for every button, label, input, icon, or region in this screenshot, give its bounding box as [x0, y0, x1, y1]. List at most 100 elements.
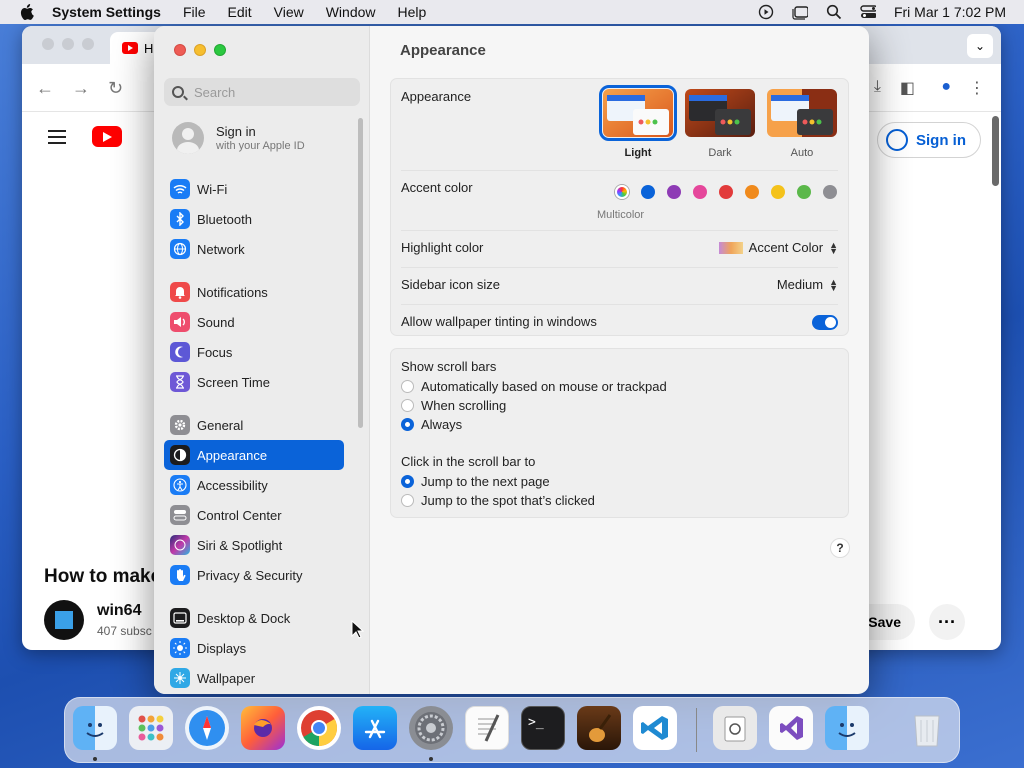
channel-avatar[interactable]	[44, 600, 84, 640]
browser-menu-icon[interactable]: ⋮	[969, 78, 985, 98]
sidebar-item-appearance[interactable]: Appearance	[164, 440, 344, 470]
accent-red-swatch[interactable]	[719, 185, 733, 199]
zoom-button[interactable]	[214, 44, 226, 56]
spotlight-search-icon[interactable]	[826, 4, 842, 20]
sidebar-item-displays[interactable]: Displays	[164, 633, 344, 663]
textedit-icon[interactable]	[465, 706, 509, 750]
chrome-icon[interactable]	[297, 706, 341, 750]
sidebar-item-sound[interactable]: Sound	[164, 307, 344, 337]
scroll-bars-automatic-radio[interactable]	[401, 380, 414, 393]
click-spot-radio[interactable]	[401, 494, 414, 507]
visual-studio-icon[interactable]	[769, 706, 813, 750]
apple-menu-icon[interactable]	[18, 3, 36, 21]
reload-icon[interactable]: ↻	[108, 78, 123, 99]
accent-pink-swatch[interactable]	[693, 185, 707, 199]
back-arrow-icon[interactable]: ←	[36, 78, 54, 99]
menu-view[interactable]: View	[274, 4, 304, 20]
menu-clock[interactable]: Fri Mar 1 7:02 PM	[894, 4, 1006, 20]
appearance-option-dark[interactable]	[685, 89, 755, 137]
accent-multicolor-swatch[interactable]	[615, 185, 629, 199]
launchpad-icon[interactable]	[129, 706, 173, 750]
sidebar-item-bluetooth[interactable]: Bluetooth	[164, 204, 344, 234]
finder-icon[interactable]	[73, 706, 117, 750]
menu-window[interactable]: Window	[326, 4, 376, 20]
video-title: How to make	[44, 566, 162, 587]
menu-edit[interactable]: Edit	[228, 4, 252, 20]
profile-icon[interactable]: ●	[941, 78, 951, 96]
preview-icon[interactable]	[713, 706, 757, 750]
accent-purple-swatch[interactable]	[667, 185, 681, 199]
sidebar-icon-size-popup[interactable]: Medium ▲ ▼	[777, 277, 838, 292]
sidebar-item-wifi[interactable]: Wi-Fi	[164, 174, 344, 204]
sidebar-item-screen-time[interactable]: Screen Time	[164, 367, 344, 397]
sidebar-search-input[interactable]: Search	[164, 78, 360, 106]
youtube-logo-icon[interactable]	[92, 126, 122, 147]
speaker-icon	[170, 312, 190, 332]
browser-close-light[interactable]	[42, 38, 54, 50]
sidebar-item-label: Appearance	[197, 447, 268, 463]
click-scroll-bar-label: Click in the scroll bar to	[401, 454, 536, 469]
download-icon[interactable]: ⤓	[874, 78, 881, 96]
browser-zoom-light[interactable]	[82, 38, 94, 50]
accent-green-swatch[interactable]	[797, 185, 811, 199]
close-button[interactable]	[174, 44, 186, 56]
menu-file[interactable]: File	[183, 4, 206, 20]
help-button[interactable]: ?	[830, 538, 850, 558]
sidebar-item-label: Control Center	[197, 507, 282, 523]
terminal-icon[interactable]: >_	[521, 706, 565, 750]
app-store-icon[interactable]	[353, 706, 397, 750]
control-center-icon[interactable]	[860, 4, 876, 20]
sidebar-item-privacy-security[interactable]: Privacy & Security	[164, 560, 344, 590]
scroll-bars-always-radio[interactable]	[401, 418, 414, 431]
sidebar-item-label: Wi-Fi	[197, 181, 228, 197]
gear-icon	[170, 415, 190, 435]
sidebar-item-network[interactable]: Network	[164, 234, 344, 264]
forward-arrow-icon[interactable]: →	[72, 78, 90, 99]
minimize-button[interactable]	[194, 44, 206, 56]
wallpaper-tinting-toggle[interactable]	[812, 315, 838, 330]
safari-icon[interactable]	[185, 706, 229, 750]
sidebar-item-label: Wallpaper	[197, 670, 256, 686]
scroll-bars-always-label: Always	[421, 417, 463, 432]
firefox-icon[interactable]	[241, 706, 285, 750]
appearance-option-auto[interactable]	[767, 89, 837, 137]
side-panel-icon[interactable]: ◧	[900, 78, 915, 98]
garageband-icon[interactable]	[577, 706, 621, 750]
sidebar-item-accessibility[interactable]: Accessibility	[164, 470, 344, 500]
more-options-icon[interactable]: ···	[929, 604, 965, 640]
accent-yellow-swatch[interactable]	[771, 185, 785, 199]
finder-doc-icon[interactable]	[825, 706, 869, 750]
sidebar-item-label: Siri & Spotlight	[197, 537, 283, 553]
channel-name[interactable]: win64	[97, 602, 141, 620]
scroll-bars-when-scrolling-radio[interactable]	[401, 399, 414, 412]
appearance-option-light[interactable]	[599, 85, 677, 141]
accent-blue-swatch[interactable]	[641, 185, 655, 199]
accent-graphite-swatch[interactable]	[823, 185, 837, 199]
browser-scrollbar[interactable]	[992, 116, 999, 186]
youtube-sign-in-button[interactable]: Sign in	[877, 122, 981, 158]
app-menu[interactable]: System Settings	[52, 4, 161, 20]
hamburger-menu-icon[interactable]	[48, 130, 66, 144]
accent-orange-swatch[interactable]	[745, 185, 759, 199]
sidebar-scrollbar[interactable]	[358, 118, 363, 428]
subscriber-count: 407 subsc	[97, 624, 152, 638]
system-settings-icon[interactable]	[409, 706, 453, 750]
screen-record-icon[interactable]	[758, 4, 774, 20]
apple-id-sign-in[interactable]: Sign in with your Apple ID	[172, 122, 305, 154]
trash-icon[interactable]	[905, 706, 949, 750]
sidebar-item-desktop-dock[interactable]: Desktop & Dock	[164, 603, 344, 633]
click-next-page-radio[interactable]	[401, 475, 414, 488]
highlight-color-popup[interactable]: Accent Color ▲ ▼	[718, 240, 838, 255]
sidebar-item-focus[interactable]: Focus	[164, 337, 344, 367]
sidebar-item-notifications[interactable]: Notifications	[164, 277, 344, 307]
tab-search-chevron-down-icon[interactable]: ⌄	[967, 34, 993, 58]
menu-help[interactable]: Help	[398, 4, 427, 20]
vscode-icon[interactable]	[633, 706, 677, 750]
browser-minimize-light[interactable]	[62, 38, 74, 50]
sidebar-item-siri-spotlight[interactable]: Siri & Spotlight	[164, 530, 344, 560]
stage-manager-icon[interactable]	[792, 4, 808, 20]
icon-size-value: Medium	[776, 277, 824, 292]
sidebar-item-wallpaper[interactable]: Wallpaper	[164, 663, 344, 693]
sidebar-item-general[interactable]: General	[164, 410, 344, 440]
sidebar-item-control-center[interactable]: Control Center	[164, 500, 344, 530]
